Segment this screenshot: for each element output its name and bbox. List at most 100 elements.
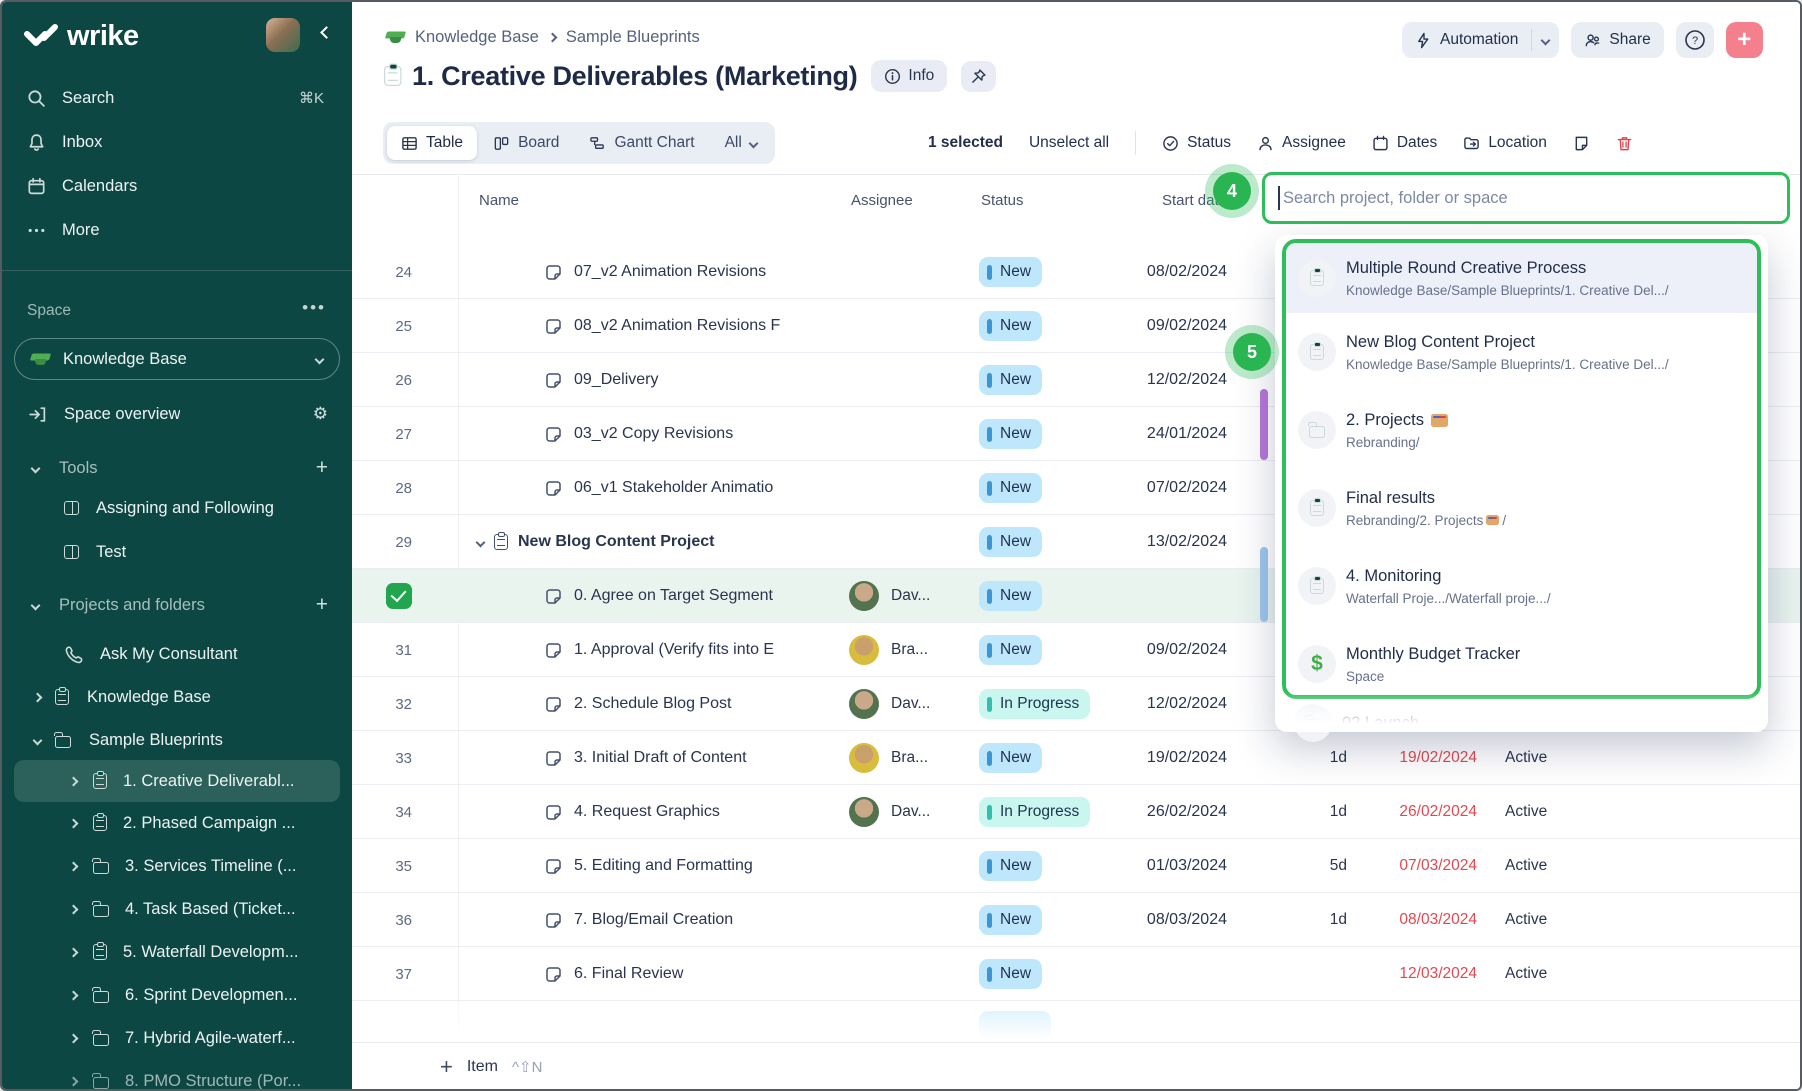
- start-date[interactable]: 07/02/2024: [1097, 461, 1227, 515]
- assignee-name[interactable]: Bra...: [891, 731, 949, 785]
- gear-icon[interactable]: ⚙: [313, 404, 328, 424]
- project-state[interactable]: Active: [1505, 947, 1547, 1001]
- tab-table[interactable]: Table: [387, 126, 477, 160]
- table-row[interactable]: 35 5. Editing and Formatting New 01/03/2…: [352, 839, 1802, 893]
- start-date[interactable]: 13/02/2024: [1097, 515, 1227, 569]
- end-date-overdue[interactable]: 12/03/2024: [1365, 947, 1477, 1001]
- breadcrumb-sample-blueprints[interactable]: Sample Blueprints: [566, 28, 700, 47]
- column-header-name[interactable]: Name: [479, 192, 519, 209]
- end-date-overdue[interactable]: 08/03/2024: [1365, 893, 1477, 947]
- sidebar-item-more[interactable]: More: [2, 210, 352, 250]
- status-badge[interactable]: New: [979, 365, 1042, 395]
- end-date-overdue[interactable]: 26/02/2024: [1365, 785, 1477, 839]
- table-row[interactable]: 34 4. Request Graphics Dav... In Progres…: [352, 785, 1802, 839]
- project-state[interactable]: Active: [1505, 785, 1547, 839]
- assignee-name[interactable]: Dav...: [891, 677, 949, 731]
- status-badge[interactable]: New: [979, 743, 1042, 773]
- sidebar-item-knowledge-base[interactable]: Knowledge Base: [2, 677, 352, 717]
- location-action-button[interactable]: Location: [1463, 134, 1547, 152]
- result-multiple-round-creative-process[interactable]: Multiple Round Creative Process Knowledg…: [1286, 243, 1757, 313]
- user-avatar[interactable]: [266, 18, 300, 52]
- add-new-button[interactable]: +: [1726, 22, 1763, 58]
- sidebar-item-space-overview[interactable]: Space overview ⚙: [2, 394, 352, 434]
- status-badge[interactable]: New: [979, 851, 1042, 881]
- assignee-name[interactable]: Dav...: [891, 785, 949, 839]
- status-badge[interactable]: New: [979, 635, 1042, 665]
- column-header-assignee[interactable]: Assignee: [851, 192, 913, 209]
- result-4-monitoring[interactable]: 4. Monitoring Waterfall Proje.../Waterfa…: [1286, 547, 1757, 625]
- note-action-button[interactable]: [1573, 135, 1590, 152]
- delete-action-button[interactable]: [1616, 135, 1633, 152]
- sidebar-item-ask-my-consultant[interactable]: Ask My Consultant: [2, 634, 352, 674]
- sidebar-section-tools[interactable]: Tools +: [2, 448, 352, 488]
- sidebar-item-creative-deliverables[interactable]: 1. Creative Deliverabl...: [2, 760, 352, 802]
- space-selector[interactable]: Knowledge Base: [14, 338, 340, 380]
- start-date[interactable]: 19/02/2024: [1097, 731, 1227, 785]
- result-new-blog-content-project[interactable]: New Blog Content Project Knowledge Base/…: [1286, 313, 1757, 391]
- add-project-icon[interactable]: +: [316, 593, 328, 617]
- result-2-projects[interactable]: 2. Projects Rebranding/: [1286, 391, 1757, 469]
- automation-dropdown-button[interactable]: [1532, 22, 1559, 58]
- sidebar-item-test[interactable]: Test: [2, 532, 352, 572]
- start-date[interactable]: 24/01/2024: [1097, 407, 1227, 461]
- sidebar-item-assigning-and-following[interactable]: Assigning and Following: [2, 488, 352, 528]
- sidebar-item-search[interactable]: Search ⌘K: [2, 78, 352, 118]
- assignee-name[interactable]: Bra...: [891, 623, 949, 677]
- sidebar-item-task-based[interactable]: 4. Task Based (Ticket...: [2, 889, 352, 929]
- sidebar-item-calendars[interactable]: Calendars: [2, 166, 352, 206]
- sidebar-item-pmo-structure[interactable]: 8. PMO Structure (Por...: [2, 1061, 352, 1089]
- start-date[interactable]: 09/02/2024: [1097, 623, 1227, 677]
- status-badge[interactable]: In Progress: [979, 797, 1090, 827]
- result-monthly-budget-tracker[interactable]: $ Monthly Budget Tracker Space: [1286, 625, 1757, 699]
- dates-action-button[interactable]: Dates: [1372, 134, 1438, 152]
- add-item-bar[interactable]: + Item ^⇧N: [352, 1042, 1802, 1091]
- row-checkbox-checked[interactable]: [386, 583, 412, 609]
- status-badge[interactable]: New: [979, 311, 1042, 341]
- sidebar-collapse-icon[interactable]: [320, 26, 333, 39]
- tab-gantt-chart[interactable]: Gantt Chart: [575, 126, 708, 160]
- wrike-logo[interactable]: wrike: [24, 20, 139, 53]
- help-button[interactable]: ?: [1676, 22, 1714, 58]
- status-action-button[interactable]: Status: [1162, 134, 1231, 152]
- sidebar-item-sample-blueprints[interactable]: Sample Blueprints: [2, 720, 352, 760]
- sidebar-item-waterfall-development[interactable]: 5. Waterfall Developm...: [2, 932, 352, 972]
- project-state[interactable]: Active: [1505, 839, 1547, 893]
- automation-button[interactable]: Automation: [1402, 22, 1559, 58]
- pin-button[interactable]: [961, 61, 996, 92]
- project-state[interactable]: Active: [1505, 893, 1547, 947]
- tab-filter-all[interactable]: All: [711, 126, 771, 160]
- status-badge[interactable]: In Progress: [979, 689, 1090, 719]
- table-row[interactable]: 33 3. Initial Draft of Content Bra... Ne…: [352, 731, 1802, 785]
- sidebar-item-services-timeline[interactable]: 3. Services Timeline (...: [2, 846, 352, 886]
- sidebar-item-sprint-development[interactable]: 6. Sprint Developmen...: [2, 975, 352, 1015]
- start-date[interactable]: 09/02/2024: [1097, 299, 1227, 353]
- assignee-action-button[interactable]: Assignee: [1257, 134, 1346, 152]
- add-tool-icon[interactable]: +: [316, 456, 328, 480]
- start-date[interactable]: 01/03/2024: [1097, 839, 1227, 893]
- duration[interactable]: 1d: [1287, 893, 1347, 947]
- status-badge[interactable]: New: [979, 473, 1042, 503]
- column-header-status[interactable]: Status: [981, 192, 1024, 209]
- share-button[interactable]: Share: [1571, 22, 1663, 58]
- sidebar-section-projects-and-folders[interactable]: Projects and folders +: [2, 585, 352, 625]
- info-button[interactable]: Info: [871, 60, 947, 92]
- project-state[interactable]: Active: [1505, 731, 1547, 785]
- status-badge[interactable]: New: [979, 959, 1042, 989]
- duration[interactable]: 1d: [1287, 785, 1347, 839]
- duration[interactable]: 5d: [1287, 839, 1347, 893]
- table-row[interactable]: 36 7. Blog/Email Creation New 08/03/2024…: [352, 893, 1802, 947]
- status-badge[interactable]: New: [979, 527, 1042, 557]
- start-date[interactable]: 08/03/2024: [1097, 893, 1227, 947]
- sidebar-item-hybrid-agile-waterfall[interactable]: 7. Hybrid Agile-waterf...: [2, 1018, 352, 1058]
- start-date[interactable]: 12/02/2024: [1097, 353, 1227, 407]
- breadcrumb-knowledge-base[interactable]: Knowledge Base: [415, 28, 539, 47]
- status-badge[interactable]: New: [979, 905, 1042, 935]
- chevron-down-icon[interactable]: [476, 537, 486, 547]
- status-badge[interactable]: New: [979, 419, 1042, 449]
- table-row[interactable]: 37 6. Final Review New 12/03/2024 Active: [352, 947, 1802, 1001]
- unselect-all-button[interactable]: Unselect all: [1029, 134, 1109, 152]
- assignee-name[interactable]: Dav...: [891, 569, 949, 623]
- sidebar-item-inbox[interactable]: Inbox: [2, 122, 352, 162]
- location-search-input[interactable]: Search project, folder or space: [1262, 172, 1790, 224]
- space-options-icon[interactable]: •••: [302, 298, 326, 318]
